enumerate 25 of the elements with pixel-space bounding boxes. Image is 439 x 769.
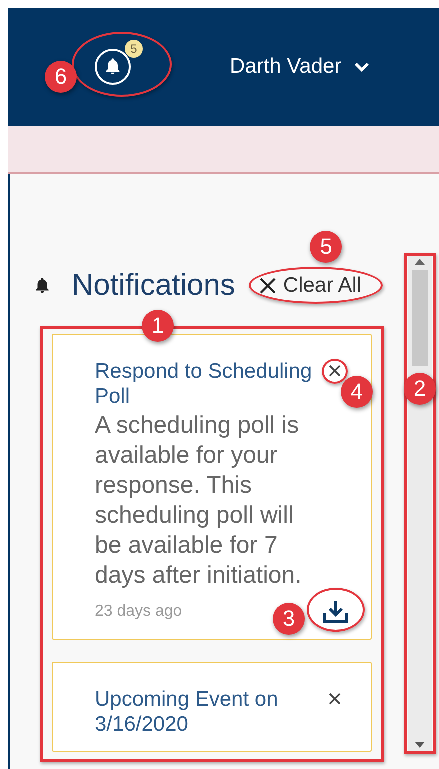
scroll-up-icon[interactable] [415, 259, 425, 265]
user-menu[interactable]: Darth Vader [230, 55, 370, 79]
chevron-down-icon [354, 61, 370, 73]
close-button[interactable] [327, 363, 343, 379]
close-icon [327, 363, 343, 379]
close-icon [259, 277, 278, 295]
clear-all-button[interactable]: Clear All [259, 273, 362, 299]
panel-title: Notifications [72, 269, 236, 303]
notification-title[interactable]: Respond to Scheduling Poll [95, 359, 323, 409]
annotation-ellipse [307, 588, 365, 632]
close-button[interactable] [327, 691, 343, 707]
callout-marker: 4 [341, 376, 373, 408]
callout-marker: 6 [45, 61, 77, 93]
notification-message: A scheduling poll is available for your response. This scheduling poll will be available for 7 days after initiation. [95, 411, 303, 591]
notification-time: 23 days ago [95, 603, 182, 621]
download-button[interactable] [321, 599, 351, 625]
callout-marker: 5 [310, 231, 342, 263]
download-icon [321, 599, 351, 625]
scroll-down-icon[interactable] [415, 742, 425, 748]
notification-title[interactable]: Upcoming Event on 3/16/2020 [95, 687, 323, 737]
callout-marker: 1 [142, 310, 174, 342]
notification-count: 5 [125, 40, 143, 58]
scroll-thumb[interactable] [412, 270, 428, 366]
callout-marker: 3 [273, 603, 305, 635]
close-icon [327, 691, 343, 707]
